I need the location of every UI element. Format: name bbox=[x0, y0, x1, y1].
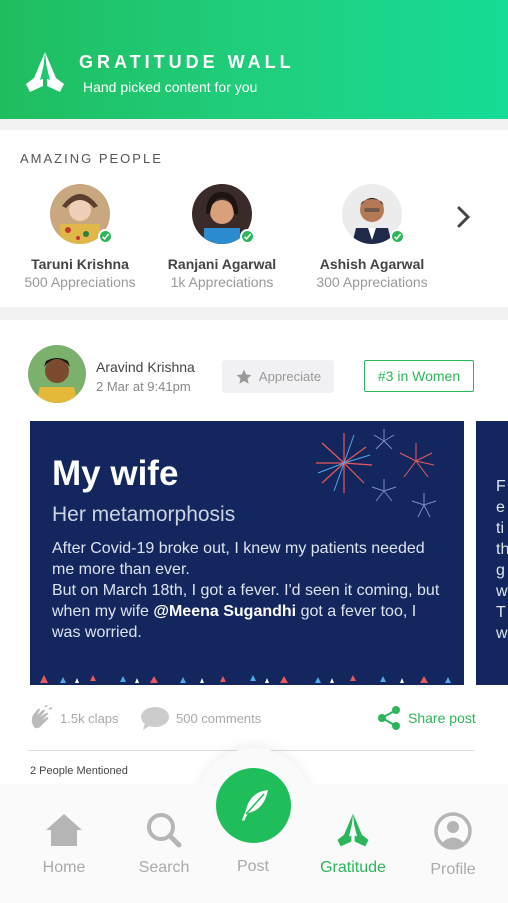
page-subtitle: Hand picked content for you bbox=[83, 79, 258, 95]
clap-icon bbox=[31, 705, 53, 729]
feather-icon bbox=[241, 789, 268, 821]
praying-hands-icon bbox=[337, 813, 369, 847]
nav-label: Profile bbox=[430, 861, 476, 878]
people-mentioned[interactable]: 2 People Mentioned bbox=[30, 765, 128, 777]
appreciation-count: 1k Appreciations bbox=[170, 274, 274, 290]
app-header: GRATITUDE WALL Hand picked content for y… bbox=[0, 0, 508, 119]
verified-badge-icon bbox=[390, 229, 405, 244]
comments-button[interactable]: 500 comments bbox=[140, 705, 261, 731]
home-icon bbox=[46, 814, 82, 846]
person-card[interactable]: Taruni Krishna 500 Appreciations bbox=[5, 184, 155, 290]
nav-label-post[interactable]: Post bbox=[203, 858, 303, 876]
person-name: Ashish Agarwal bbox=[319, 256, 425, 272]
star-icon bbox=[236, 369, 252, 384]
profile-icon bbox=[434, 812, 472, 850]
share-icon bbox=[378, 706, 400, 730]
person-card[interactable]: Ashish Agarwal 300 Appreciations bbox=[297, 184, 447, 290]
amazing-people-section: AMAZING PEOPLE Taruni Krishna 500 Apprec… bbox=[0, 130, 508, 307]
post-image-title: My wife bbox=[52, 454, 179, 493]
claps-count: 1.5k claps bbox=[60, 710, 119, 726]
appreciate-label: Appreciate bbox=[258, 369, 322, 384]
nav-search[interactable]: Search bbox=[114, 812, 214, 877]
person-name: Ranjani Agarwal bbox=[167, 256, 277, 272]
comments-count: 500 comments bbox=[176, 710, 262, 726]
mention-link[interactable]: @Meena Sugandhi bbox=[153, 603, 296, 620]
post-date: 2 Mar at 9:41pm bbox=[96, 379, 191, 394]
search-icon bbox=[147, 813, 182, 848]
fireworks-decoration bbox=[316, 429, 437, 518]
post-actions: 1.5k claps 500 comments Share post bbox=[0, 705, 508, 737]
verified-badge-icon bbox=[240, 229, 255, 244]
confetti-decoration bbox=[40, 675, 451, 683]
section-title: AMAZING PEOPLE bbox=[20, 151, 163, 166]
comment-icon bbox=[141, 707, 169, 730]
nav-home[interactable]: Home bbox=[14, 812, 114, 877]
post-image[interactable]: My wife Her metamorphosis After Covid-19… bbox=[30, 421, 464, 685]
nav-profile[interactable]: Profile bbox=[403, 812, 503, 879]
post-image-subtitle: Her metamorphosis bbox=[52, 503, 236, 526]
author-avatar[interactable] bbox=[28, 345, 86, 403]
page-title: GRATITUDE WALL bbox=[79, 52, 295, 72]
share-label: Share post bbox=[408, 710, 476, 726]
next-post-text: F e ti th g w T w bbox=[496, 478, 508, 642]
share-post-button[interactable]: Share post bbox=[376, 705, 476, 731]
appreciate-button[interactable]: Appreciate bbox=[222, 360, 334, 393]
appreciation-count: 300 Appreciations bbox=[316, 274, 428, 290]
claps-button[interactable]: 1.5k claps bbox=[28, 705, 119, 731]
post-image-body: After Covid-19 broke out, I knew my pati… bbox=[52, 540, 440, 641]
nav-label: Home bbox=[42, 859, 86, 876]
verified-badge-icon bbox=[98, 229, 113, 244]
post-button[interactable] bbox=[216, 768, 291, 843]
author-name[interactable]: Aravind Krishna bbox=[96, 359, 195, 375]
praying-hands-logo-icon bbox=[26, 52, 64, 92]
person-card[interactable]: Ranjani Agarwal 1k Appreciations bbox=[147, 184, 297, 290]
rank-badge[interactable]: #3 in Women bbox=[364, 360, 474, 392]
person-name: Taruni Krishna bbox=[31, 256, 129, 272]
next-post-image[interactable]: F e ti th g w T w bbox=[476, 421, 508, 685]
appreciation-count: 500 Appreciations bbox=[24, 274, 136, 290]
nav-label: Gratitude bbox=[320, 859, 386, 876]
nav-gratitude[interactable]: Gratitude bbox=[303, 812, 403, 877]
nav-label: Search bbox=[138, 859, 190, 876]
chevron-right-icon[interactable] bbox=[452, 205, 476, 229]
